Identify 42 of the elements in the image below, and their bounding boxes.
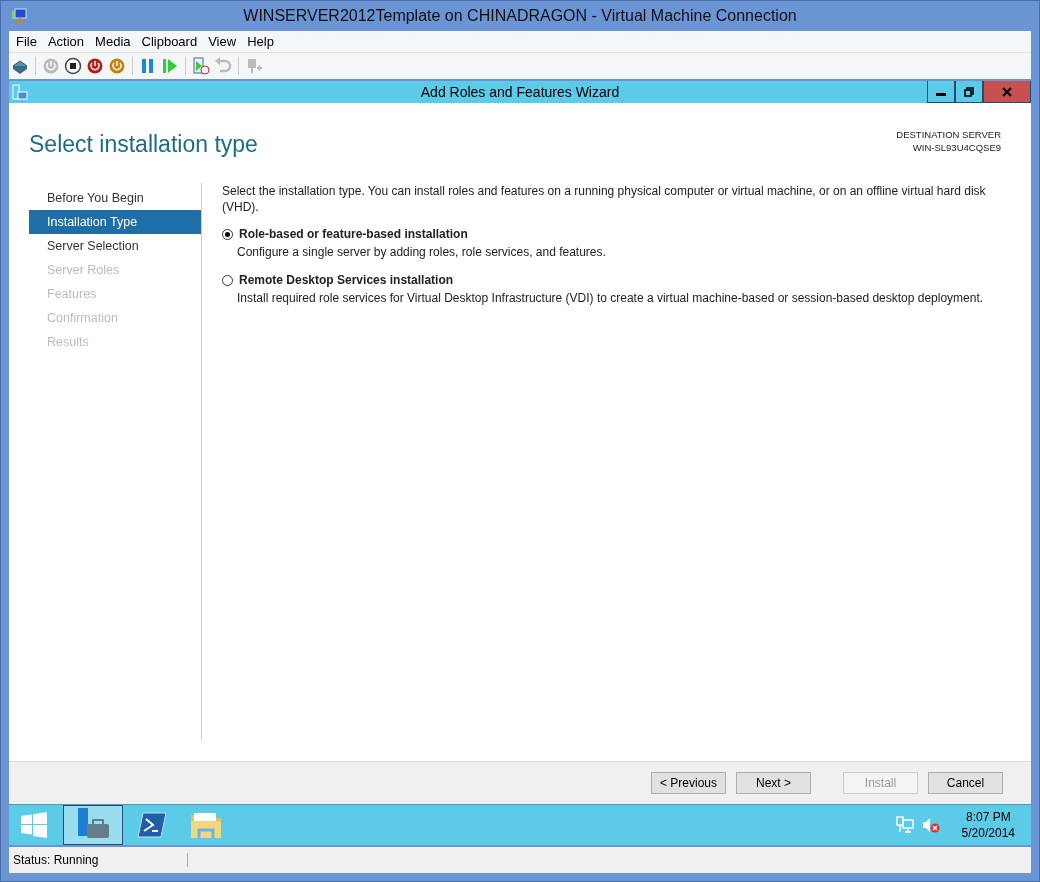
- radio-button[interactable]: [222, 228, 233, 240]
- menu-item[interactable]: Clipboard: [136, 34, 203, 49]
- clock-date[interactable]: 5/20/2014: [961, 826, 1015, 840]
- option-label[interactable]: Role-based or feature-based installation: [239, 227, 468, 241]
- option-label[interactable]: Remote Desktop Services installation: [239, 273, 454, 287]
- restore-icon: [964, 86, 974, 97]
- close-icon: [1002, 86, 1012, 97]
- muted-speaker-icon[interactable]: [921, 816, 940, 834]
- option-description: Configure a single server by adding roles, role services, and features.: [237, 245, 607, 259]
- wizard-button[interactable]: Next >: [736, 772, 811, 794]
- instruction-text: Select the installation type. You can install roles and features on a running physical computer or virtual machine, or on an offline virtual hard disk (VHD).: [222, 183, 987, 215]
- status-text: Status: Running: [9, 853, 188, 867]
- powershell-icon[interactable]: [137, 812, 167, 838]
- wizard-title: Add Roles and Features Wizard: [420, 84, 620, 100]
- wizard-step[interactable]: Installation Type: [29, 210, 201, 234]
- wizard-button[interactable]: Cancel: [928, 772, 1003, 794]
- restore-button[interactable]: [955, 81, 983, 103]
- minimize-button[interactable]: [927, 81, 955, 103]
- page-heading: Select installation type: [29, 131, 258, 158]
- wizard-step[interactable]: Server Selection: [29, 234, 201, 258]
- power-icon[interactable]: [108, 57, 126, 75]
- close-button[interactable]: [983, 81, 1031, 103]
- wizard-step[interactable]: Before You Begin: [29, 186, 201, 210]
- wizard-button[interactable]: < Previous: [651, 772, 726, 794]
- menu-item[interactable]: View: [203, 34, 242, 49]
- menu-item[interactable]: File: [11, 34, 42, 49]
- menu-item[interactable]: Action: [42, 34, 90, 49]
- computer-icon: [11, 8, 27, 24]
- window-title: WINSERVER2012Template on CHINADRAGON - Virtual Machine Connection: [243, 7, 797, 25]
- power-icon[interactable]: [86, 57, 104, 75]
- minimize-icon: [936, 92, 946, 96]
- option-description: Install required role services for Virtual Desktop Infrastructure (VDI) to create a virtual machine-based or session-based desktop deployment.: [237, 291, 985, 305]
- destination-label: DESTINATION SERVER: [896, 129, 1001, 140]
- stop-icon[interactable]: [64, 57, 82, 75]
- destination-server: WIN-SL93U4CQSE9: [912, 142, 1001, 153]
- checkpoint-icon[interactable]: [192, 57, 210, 75]
- server-manager-icon: [12, 84, 28, 100]
- menu-item[interactable]: Help: [242, 34, 279, 49]
- server-manager-taskbar-button[interactable]: [63, 805, 123, 845]
- radio-button[interactable]: [222, 274, 233, 286]
- clock-time[interactable]: 8:07 PM: [965, 810, 1011, 824]
- menu-item[interactable]: Media: [90, 34, 136, 49]
